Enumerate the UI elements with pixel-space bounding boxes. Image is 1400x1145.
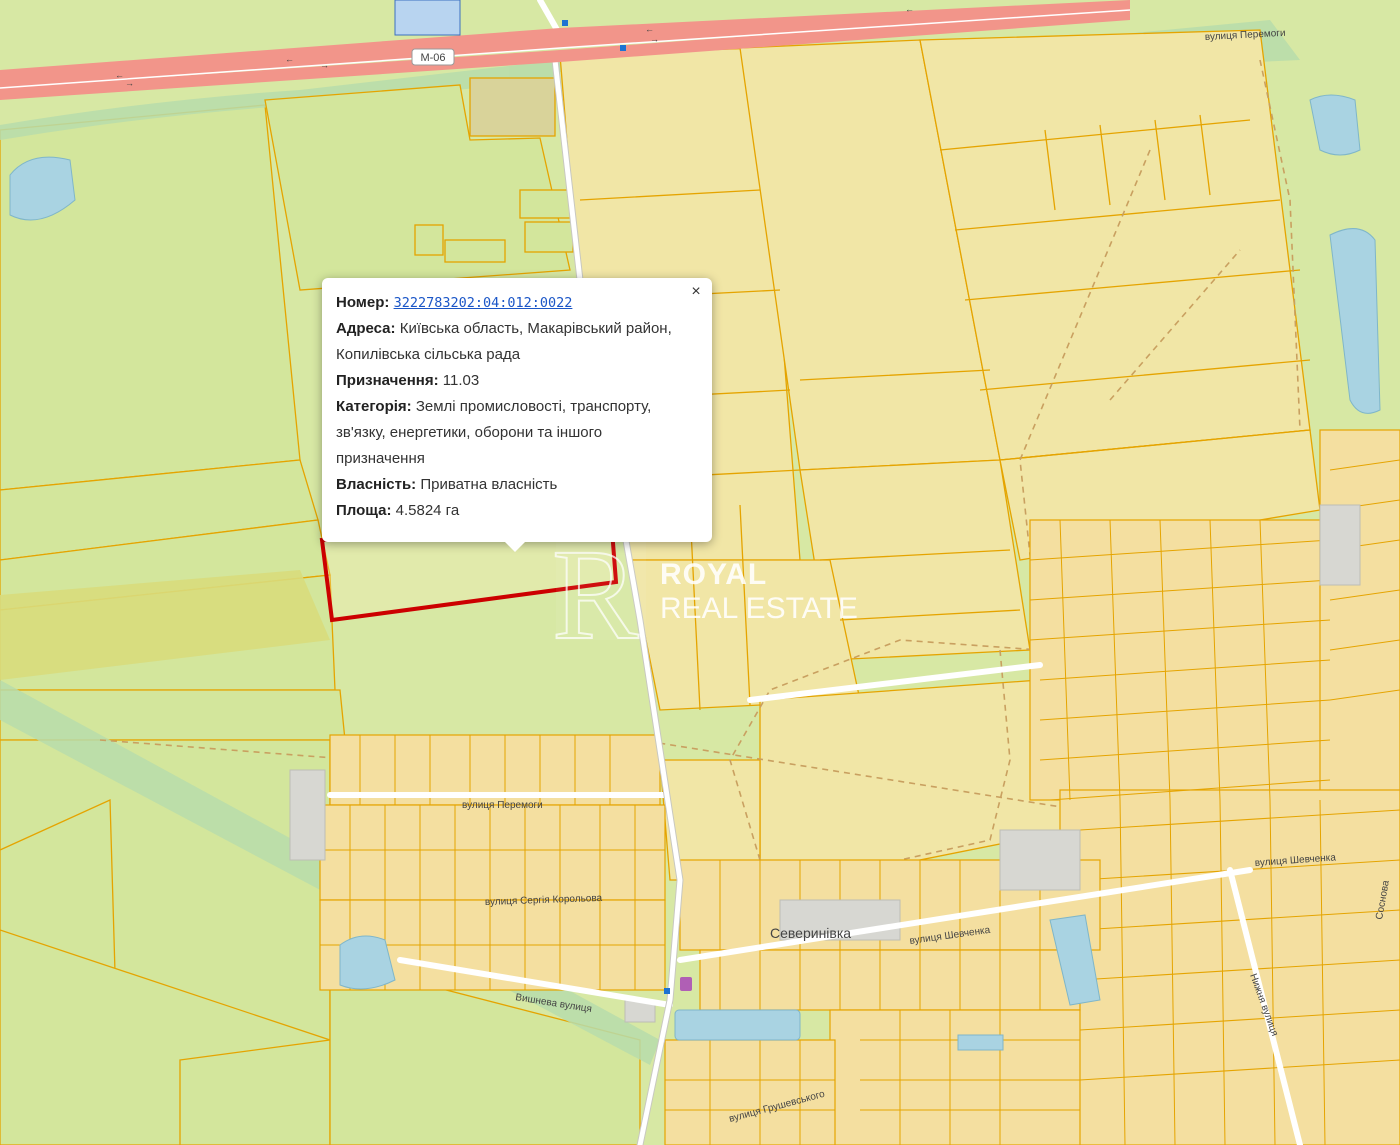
svg-text:М-06: М-06 — [420, 52, 445, 64]
svg-text:←: ← — [645, 24, 654, 34]
svg-text:←: ← — [285, 54, 294, 64]
close-icon[interactable]: × — [688, 284, 704, 300]
svg-text:→: → — [650, 34, 659, 44]
watermark-logo: R — [551, 520, 646, 668]
road-shield-m06: М-06 — [411, 48, 455, 66]
svg-text:←: ← — [115, 70, 124, 80]
popup-area-value: 4.5824 га — [395, 502, 460, 519]
popup-purpose-row: Призначення: 11.03 — [336, 368, 672, 394]
svg-text:R: R — [552, 523, 639, 667]
upper-left-parcels — [264, 77, 574, 291]
village-label: Северинівка — [770, 925, 851, 941]
popup-number-label: Номер: — [336, 294, 390, 311]
popup-area-row: Площа: 4.5824 га — [336, 498, 672, 524]
popup-purpose-label: Призначення: — [336, 372, 439, 389]
popup-number-row: Номер: 3222783202:04:012:0022 — [336, 290, 672, 316]
bus-stop-icon — [620, 45, 626, 51]
popup-tip — [505, 542, 525, 552]
cadastral-number-link[interactable]: 3222783202:04:012:0022 — [394, 295, 573, 311]
popup-ownership-label: Власність: — [336, 476, 417, 493]
popup-category-row: Категорія: Землі промисловості, транспор… — [336, 394, 672, 472]
watermark-line2: REAL ESTATE — [660, 592, 858, 625]
popup-area-label: Площа: — [336, 502, 392, 519]
popup-address-row: Адреса: Київська область, Макарівський р… — [336, 316, 672, 368]
popup-ownership-row: Власність: Приватна власність — [336, 472, 672, 498]
bus-stop-icon — [562, 20, 568, 26]
street-label-peremohy-mid: вулиця Перемоги — [462, 800, 543, 811]
shop-icon — [680, 977, 692, 991]
popup-purpose-value: 11.03 — [442, 372, 480, 389]
parcel-info-popup: × Номер: 3222783202:04:012:0022 Адреса: … — [322, 278, 712, 552]
svg-text:→: → — [320, 60, 329, 70]
watermark-line1: ROYAL — [660, 558, 768, 591]
bus-stop-icon — [664, 988, 670, 994]
popup-ownership-value: Приватна власність — [420, 476, 558, 493]
svg-text:←: ← — [905, 4, 914, 14]
svg-text:→: → — [125, 78, 134, 88]
popup-category-label: Категорія: — [336, 398, 412, 415]
popup-address-label: Адреса: — [336, 320, 396, 337]
